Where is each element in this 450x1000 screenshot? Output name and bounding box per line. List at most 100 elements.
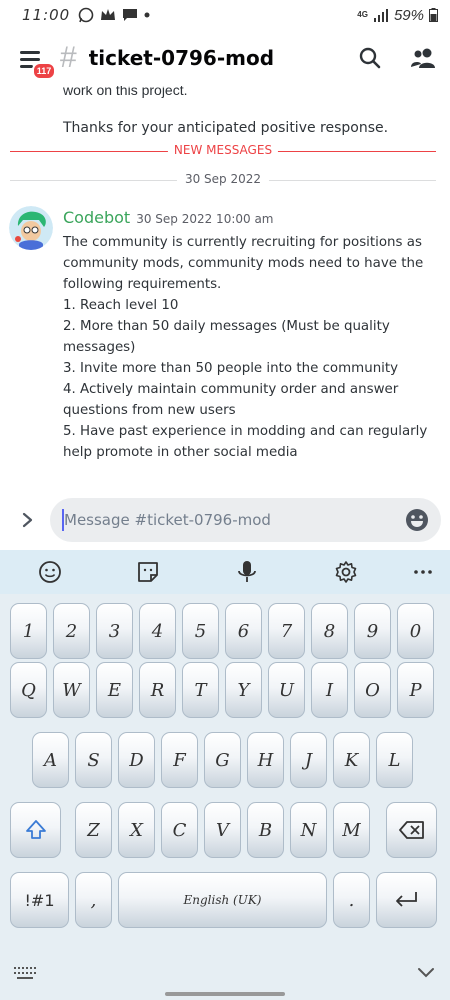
message-list[interactable]: work on this project. Thanks for your an… <box>0 86 450 490</box>
message-body: The community is currently recruiting fo… <box>63 232 443 463</box>
key-z[interactable]: Z <box>75 802 112 858</box>
network-type: 4G <box>357 10 368 19</box>
key-5[interactable]: 5 <box>182 603 219 659</box>
key-7[interactable]: 7 <box>268 603 305 659</box>
symbols-key[interactable]: !#1 <box>10 872 69 928</box>
emoji-picker-icon[interactable] <box>405 508 429 532</box>
key-g[interactable]: G <box>204 732 241 788</box>
truncated-message: work on this project. <box>63 86 188 98</box>
key-t[interactable]: T <box>182 662 219 718</box>
key-s[interactable]: S <box>75 732 112 788</box>
message-composer: Message #ticket-0796-mod <box>0 490 450 550</box>
author-name[interactable]: Codebot <box>63 208 130 227</box>
shift-icon <box>25 820 46 839</box>
battery-percent: 59% <box>393 6 424 24</box>
codebot-avatar-icon <box>9 206 53 250</box>
message-line: The community is currently recruiting fo… <box>63 235 424 292</box>
chevron-right-icon[interactable] <box>18 508 38 532</box>
date-divider: 30 Sep 2022 <box>10 171 436 189</box>
date-label: 30 Sep 2022 <box>176 172 270 186</box>
message-input[interactable]: Message #ticket-0796-mod <box>50 498 441 542</box>
key-2[interactable]: 2 <box>53 603 90 659</box>
hamburger-icon <box>20 51 40 54</box>
key-v[interactable]: V <box>204 802 241 858</box>
message-line: 1. Reach level 10 <box>63 298 179 313</box>
key-l[interactable]: L <box>376 732 413 788</box>
key-8[interactable]: 8 <box>311 603 348 659</box>
backspace-key[interactable] <box>386 802 437 858</box>
key-r[interactable]: R <box>139 662 176 718</box>
hash-icon: # <box>60 41 77 74</box>
key-x[interactable]: X <box>118 802 155 858</box>
keyboard-switch-icon[interactable] <box>14 967 36 981</box>
new-messages-label: NEW MESSAGES <box>167 143 279 157</box>
whatsapp-icon <box>78 7 94 23</box>
key-e[interactable]: E <box>96 662 133 718</box>
enter-key[interactable] <box>376 872 437 928</box>
key-3[interactable]: 3 <box>96 603 133 659</box>
new-messages-divider: NEW MESSAGES <box>10 142 436 160</box>
key-k[interactable]: K <box>333 732 370 788</box>
key-9[interactable]: 9 <box>354 603 391 659</box>
key-p[interactable]: P <box>397 662 434 718</box>
key-4[interactable]: 4 <box>139 603 176 659</box>
mention-badge: 117 <box>32 62 56 80</box>
key-w[interactable]: W <box>53 662 90 718</box>
channel-header: 117 # ticket-0796-mod <box>0 30 450 86</box>
dot-icon <box>144 12 150 18</box>
key-c[interactable]: C <box>161 802 198 858</box>
status-bar: 11:00 4G 59% <box>0 0 450 30</box>
key-q[interactable]: Q <box>10 662 47 718</box>
backspace-icon <box>398 821 424 839</box>
key-o[interactable]: O <box>354 662 391 718</box>
hamburger-bar <box>20 58 40 61</box>
message-timestamp: 30 Sep 2022 10:00 am <box>136 212 274 226</box>
message-line: 3. Invite more than 50 people into the c… <box>63 361 399 376</box>
keyboard: 1 2 3 4 5 6 7 8 9 0 Q W E R T Y U I O P … <box>0 550 450 1000</box>
key-f[interactable]: F <box>161 732 198 788</box>
sticker-icon[interactable] <box>135 559 161 585</box>
menu-button[interactable]: 117 <box>8 34 56 82</box>
hamburger-bar <box>20 65 33 68</box>
key-y[interactable]: Y <box>225 662 262 718</box>
message-header: Codebot 30 Sep 2022 10:00 am <box>63 208 274 227</box>
comma-key[interactable]: , <box>75 872 112 928</box>
key-0[interactable]: 0 <box>397 603 434 659</box>
keyboard-toolbar <box>0 550 450 594</box>
crown-icon <box>101 9 116 20</box>
key-n[interactable]: N <box>290 802 327 858</box>
message-placeholder: Message #ticket-0796-mod <box>64 511 271 529</box>
signal-icon <box>373 9 388 22</box>
avatar[interactable] <box>9 206 53 250</box>
key-6[interactable]: 6 <box>225 603 262 659</box>
more-icon[interactable] <box>410 559 436 585</box>
key-h[interactable]: H <box>247 732 284 788</box>
message-line: 5. Have past experience in modding and c… <box>63 424 428 460</box>
clock: 11:00 <box>22 6 71 24</box>
channel-title: ticket-0796-mod <box>88 46 275 70</box>
microphone-icon[interactable] <box>234 559 260 585</box>
key-d[interactable]: D <box>118 732 155 788</box>
key-i[interactable]: I <box>311 662 348 718</box>
key-u[interactable]: U <box>268 662 305 718</box>
search-icon[interactable] <box>352 40 388 76</box>
key-1[interactable]: 1 <box>10 603 47 659</box>
emoji-icon[interactable] <box>37 559 63 585</box>
chat-icon <box>123 9 138 21</box>
message-line: 4. Actively maintain community order and… <box>63 382 399 418</box>
settings-icon[interactable] <box>333 559 359 585</box>
members-icon[interactable] <box>405 40 441 76</box>
hide-keyboard-icon[interactable] <box>416 966 436 980</box>
previous-message: Thanks for your anticipated positive res… <box>63 120 389 136</box>
period-key[interactable]: . <box>333 872 370 928</box>
key-j[interactable]: J <box>290 732 327 788</box>
key-m[interactable]: M <box>333 802 370 858</box>
shift-key[interactable] <box>10 802 61 858</box>
home-indicator[interactable] <box>165 992 285 996</box>
key-b[interactable]: B <box>247 802 284 858</box>
battery-icon <box>429 8 438 22</box>
key-a[interactable]: A <box>32 732 69 788</box>
space-key[interactable]: English (UK) <box>118 872 327 928</box>
message-line: 2. More than 50 daily messages (Must be … <box>63 319 390 355</box>
enter-icon <box>395 892 417 907</box>
